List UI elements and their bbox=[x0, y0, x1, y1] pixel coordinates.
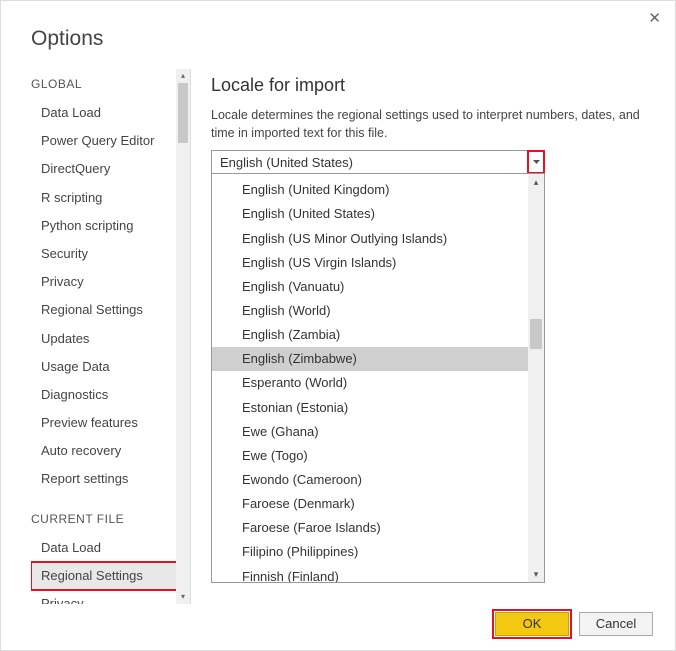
sidebar-item[interactable]: DirectQuery bbox=[31, 155, 181, 183]
locale-option[interactable]: Esperanto (World) bbox=[212, 371, 528, 395]
locale-option[interactable]: English (Zimbabwe) bbox=[212, 347, 528, 371]
sidebar-item[interactable]: Auto recovery bbox=[31, 437, 181, 465]
ok-button[interactable]: OK bbox=[495, 612, 569, 636]
main-pane: Locale for import Locale determines the … bbox=[191, 69, 675, 604]
pane-description: Locale determines the regional settings … bbox=[211, 106, 655, 142]
sidebar-header-current-file: CURRENT FILE bbox=[31, 494, 181, 534]
sidebar-item[interactable]: Diagnostics bbox=[31, 381, 181, 409]
locale-option[interactable]: Filipino (Philippines) bbox=[212, 540, 528, 564]
chevron-down-icon[interactable] bbox=[528, 151, 544, 173]
sidebar-item[interactable]: Python scripting bbox=[31, 212, 181, 240]
sidebar-item[interactable]: Data Load bbox=[31, 99, 181, 127]
scroll-thumb[interactable] bbox=[178, 83, 188, 143]
locale-option[interactable]: English (US Virgin Islands) bbox=[212, 251, 528, 275]
content-area: GLOBAL Data LoadPower Query EditorDirect… bbox=[1, 69, 675, 604]
locale-dropdown[interactable]: English (United States) English (United … bbox=[211, 150, 545, 174]
locale-option[interactable]: Faroese (Denmark) bbox=[212, 492, 528, 516]
close-icon[interactable]: ✕ bbox=[648, 11, 661, 26]
sidebar-item[interactable]: Report settings bbox=[31, 465, 181, 493]
locale-option[interactable]: Ewondo (Cameroon) bbox=[212, 468, 528, 492]
locale-option[interactable]: Ewe (Ghana) bbox=[212, 420, 528, 444]
locale-option[interactable]: English (World) bbox=[212, 299, 528, 323]
sidebar-container: GLOBAL Data LoadPower Query EditorDirect… bbox=[31, 69, 191, 604]
scroll-up-icon[interactable]: ▴ bbox=[176, 69, 190, 83]
sidebar-item[interactable]: Power Query Editor bbox=[31, 127, 181, 155]
locale-option[interactable]: English (Zambia) bbox=[212, 323, 528, 347]
locale-option[interactable]: Faroese (Faroe Islands) bbox=[212, 516, 528, 540]
locale-option[interactable]: Finnish (Finland) bbox=[212, 565, 528, 583]
scroll-thumb[interactable] bbox=[530, 319, 542, 349]
dialog-buttons: OK Cancel bbox=[495, 612, 653, 636]
sidebar-scrollbar[interactable]: ▴ ▾ bbox=[176, 69, 190, 604]
scroll-down-icon[interactable]: ▾ bbox=[176, 590, 190, 604]
sidebar-item[interactable]: Regional Settings bbox=[31, 562, 181, 590]
locale-option[interactable]: English (US Minor Outlying Islands) bbox=[212, 227, 528, 251]
sidebar-item[interactable]: Usage Data bbox=[31, 353, 181, 381]
locale-option[interactable]: English (United Kingdom) bbox=[212, 178, 528, 202]
list-scrollbar[interactable]: ▴ ▾ bbox=[528, 174, 544, 582]
locale-option[interactable]: Ewe (Togo) bbox=[212, 444, 528, 468]
sidebar-item[interactable]: Privacy bbox=[31, 268, 181, 296]
cancel-button[interactable]: Cancel bbox=[579, 612, 653, 636]
dialog-title: Options bbox=[1, 1, 675, 69]
sidebar-header-global: GLOBAL bbox=[31, 69, 181, 99]
locale-dropdown-box[interactable]: English (United States) bbox=[211, 150, 545, 174]
sidebar-item[interactable]: Regional Settings bbox=[31, 296, 181, 324]
scroll-up-icon[interactable]: ▴ bbox=[528, 174, 544, 190]
pane-heading: Locale for import bbox=[211, 75, 655, 96]
locale-dropdown-list[interactable]: English (United Kingdom)English (United … bbox=[211, 173, 545, 583]
sidebar-item[interactable]: Preview features bbox=[31, 409, 181, 437]
locale-option[interactable]: English (United States) bbox=[212, 202, 528, 226]
sidebar: GLOBAL Data LoadPower Query EditorDirect… bbox=[31, 69, 181, 604]
sidebar-item[interactable]: Data Load bbox=[31, 534, 181, 562]
sidebar-item[interactable]: Privacy bbox=[31, 590, 181, 604]
locale-option[interactable]: English (Vanuatu) bbox=[212, 275, 528, 299]
sidebar-item[interactable]: Updates bbox=[31, 325, 181, 353]
locale-dropdown-value: English (United States) bbox=[212, 155, 528, 170]
sidebar-item[interactable]: R scripting bbox=[31, 184, 181, 212]
scroll-down-icon[interactable]: ▾ bbox=[528, 566, 544, 582]
locale-option[interactable]: Estonian (Estonia) bbox=[212, 396, 528, 420]
sidebar-item[interactable]: Security bbox=[31, 240, 181, 268]
